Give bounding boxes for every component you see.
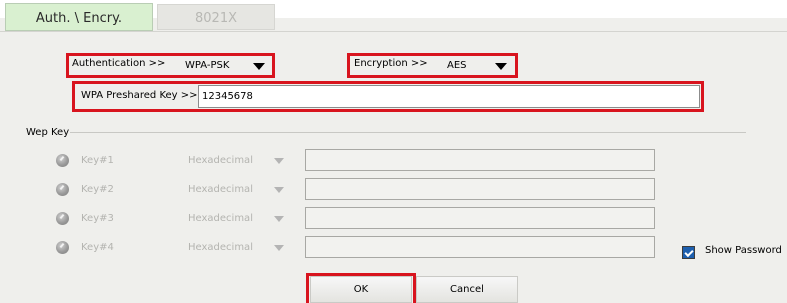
key1-input[interactable] bbox=[305, 149, 655, 171]
key4-format-value: Hexadecimal bbox=[188, 242, 253, 253]
chevron-down-icon bbox=[253, 63, 265, 70]
ok-button-highlight bbox=[306, 273, 416, 303]
key1-format-select[interactable]: Hexadecimal bbox=[188, 153, 288, 168]
encryption-select[interactable]: AES bbox=[443, 57, 513, 74]
key3-format-value: Hexadecimal bbox=[188, 213, 253, 224]
show-password-checkbox[interactable] bbox=[682, 246, 695, 259]
key3-radio[interactable] bbox=[56, 212, 69, 225]
chevron-down-icon bbox=[274, 216, 284, 222]
tab-8021x[interactable]: 8021X bbox=[157, 4, 275, 30]
tab-8021x-label: 8021X bbox=[195, 11, 237, 26]
key4-format-select[interactable]: Hexadecimal bbox=[188, 240, 288, 255]
tab-auth-encry[interactable]: Auth. \ Encry. bbox=[5, 3, 153, 31]
chevron-down-icon bbox=[274, 158, 284, 164]
wep-key-group-line bbox=[70, 132, 746, 133]
chevron-down-icon bbox=[274, 245, 284, 251]
key2-format-value: Hexadecimal bbox=[188, 184, 253, 195]
key1-format-value: Hexadecimal bbox=[188, 155, 253, 166]
chevron-down-icon bbox=[274, 187, 284, 193]
authentication-label: Authentication >> bbox=[72, 58, 166, 69]
key2-input[interactable] bbox=[305, 178, 655, 200]
chevron-down-icon bbox=[495, 63, 507, 70]
key2-format-select[interactable]: Hexadecimal bbox=[188, 182, 288, 197]
key4-radio[interactable] bbox=[56, 241, 69, 254]
preshared-key-label: WPA Preshared Key >> bbox=[81, 90, 198, 101]
key4-input[interactable] bbox=[305, 236, 655, 258]
show-password-label: Show Password bbox=[705, 245, 782, 256]
preshared-key-input[interactable]: 12345678 bbox=[198, 85, 700, 108]
encryption-label: Encryption >> bbox=[354, 58, 428, 69]
authentication-select[interactable]: WPA-PSK bbox=[184, 57, 268, 74]
key1-radio[interactable] bbox=[56, 154, 69, 167]
tab-divider bbox=[0, 31, 787, 32]
cancel-button-label: Cancel bbox=[450, 284, 484, 295]
preshared-key-value: 12345678 bbox=[202, 91, 253, 102]
key3-format-select[interactable]: Hexadecimal bbox=[188, 211, 288, 226]
wep-key-group-label: Wep Key bbox=[26, 127, 70, 138]
key3-label: Key#3 bbox=[81, 213, 114, 224]
key3-input[interactable] bbox=[305, 207, 655, 229]
key1-label: Key#1 bbox=[81, 155, 114, 166]
key2-radio[interactable] bbox=[56, 183, 69, 196]
cancel-button[interactable]: Cancel bbox=[416, 276, 518, 303]
tab-auth-encry-label: Auth. \ Encry. bbox=[35, 11, 123, 26]
authentication-value: WPA-PSK bbox=[185, 60, 230, 71]
encryption-value: AES bbox=[447, 60, 467, 71]
key4-label: Key#4 bbox=[81, 242, 114, 253]
key2-label: Key#2 bbox=[81, 184, 114, 195]
